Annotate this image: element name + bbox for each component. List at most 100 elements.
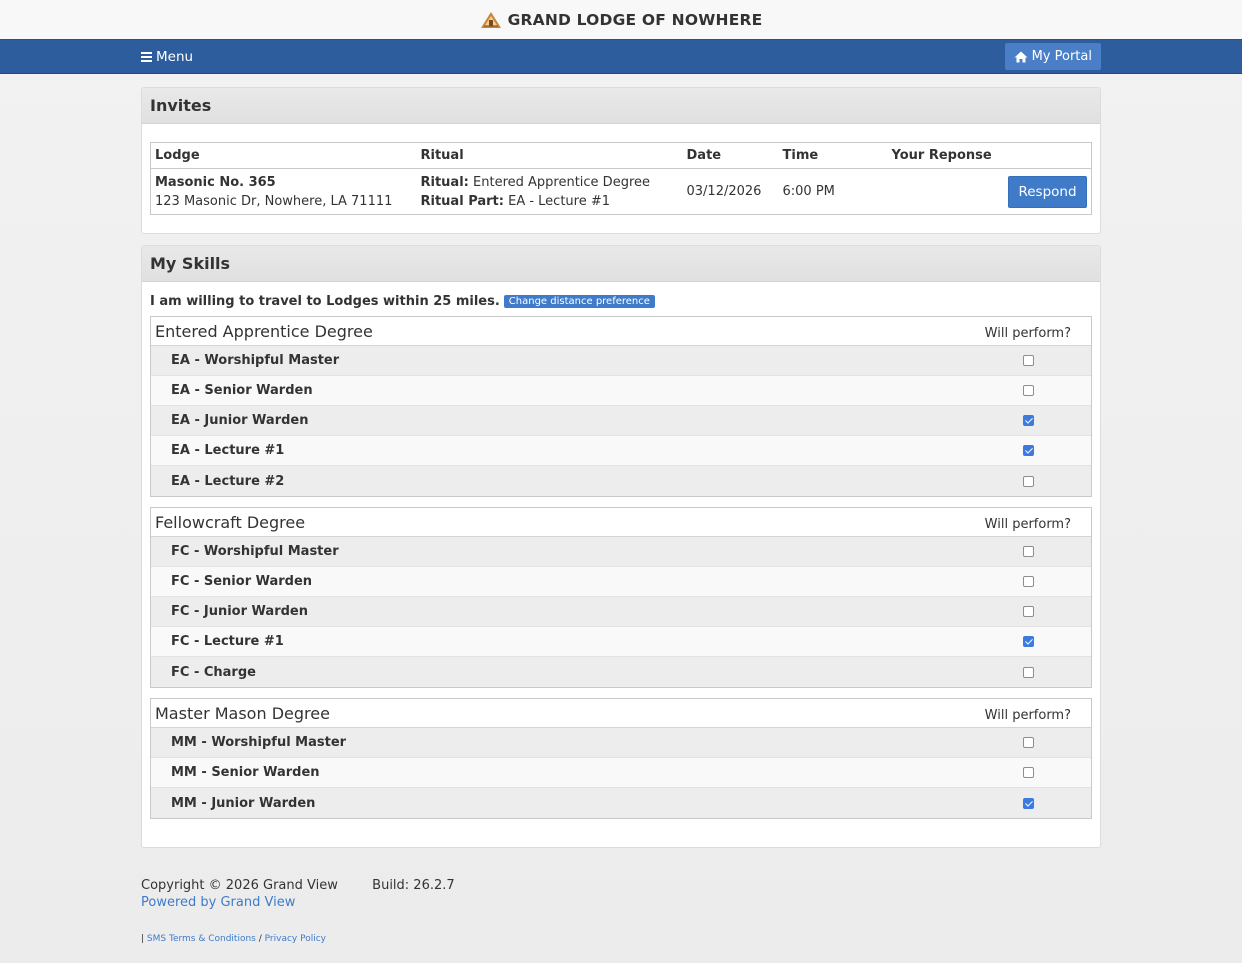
will-perform-checkbox[interactable] bbox=[1023, 576, 1034, 587]
skill-label: EA - Worshipful Master bbox=[171, 353, 340, 368]
lodge-name: Masonic No. 365 bbox=[155, 174, 276, 190]
skills-title: My Skills bbox=[142, 246, 1100, 282]
skill-label: FC - Charge bbox=[171, 664, 256, 680]
skill-label: FC - Senior Warden bbox=[171, 574, 313, 589]
hamburger-icon bbox=[141, 51, 152, 62]
skill-label: EA - Senior Warden bbox=[171, 383, 313, 398]
invites-panel: Invites Lodge Ritual Date Time Your Repo… bbox=[141, 87, 1101, 234]
skill-row: EA - Senior Warden bbox=[151, 376, 1091, 406]
skill-row: FC - Junior Warden bbox=[151, 597, 1091, 627]
skill-label: FC - Worshipful Master bbox=[171, 544, 339, 559]
will-perform-label: Will perform? bbox=[984, 707, 1071, 723]
column-header-ritual: Ritual bbox=[416, 142, 683, 169]
degree-section: Master Mason Degree Will perform? MM - Wor… bbox=[150, 698, 1092, 819]
ritual-part-label: Ritual Part: bbox=[420, 193, 504, 209]
skill-label: MM - Senior Warden bbox=[171, 765, 320, 780]
table-row: Masonic No. 365 123 Masonic Dr, Nowhere,… bbox=[151, 169, 1092, 215]
skill-row: EA - Lecture #2 bbox=[151, 466, 1091, 496]
will-perform-checkbox[interactable] bbox=[1023, 797, 1034, 809]
my-portal-label: My Portal bbox=[1031, 49, 1092, 64]
degree-header: Fellowcraft Degree Will perform? bbox=[151, 508, 1091, 537]
column-header-date: Date bbox=[682, 142, 779, 169]
column-header-response: Your Reponse bbox=[887, 142, 1092, 169]
skill-label: MM - Junior Warden bbox=[171, 795, 316, 811]
skill-label: FC - Lecture #1 bbox=[171, 634, 284, 649]
will-perform-checkbox[interactable] bbox=[1023, 355, 1034, 366]
response-cell: Respond bbox=[888, 169, 1092, 215]
skill-label: MM - Worshipful Master bbox=[171, 735, 347, 750]
main-content: Invites Lodge Ritual Date Time Your Repo… bbox=[141, 87, 1101, 848]
footer: Copyright © 2026 Grand View Build: 26.2.… bbox=[141, 878, 1101, 944]
skill-row: FC - Lecture #1 bbox=[151, 627, 1091, 657]
skill-row: EA - Worshipful Master bbox=[151, 346, 1091, 376]
skill-label: EA - Junior Warden bbox=[171, 413, 309, 428]
will-perform-checkbox[interactable] bbox=[1023, 636, 1034, 647]
degrees-list: Entered Apprentice Degree Will perform? EA… bbox=[150, 316, 1092, 819]
skill-row: MM - Worshipful Master bbox=[151, 728, 1091, 758]
navbar: Menu My Portal bbox=[0, 39, 1242, 74]
will-perform-label: Will perform? bbox=[984, 516, 1071, 532]
lodge-logo-icon bbox=[480, 11, 501, 28]
legal-links: | SMS Terms & Conditions / Privacy Polic… bbox=[141, 934, 1101, 944]
brand[interactable]: GRAND LODGE OF NOWHERE bbox=[480, 11, 763, 29]
skill-label: FC - Junior Warden bbox=[171, 604, 308, 619]
will-perform-checkbox[interactable] bbox=[1023, 445, 1034, 456]
skill-row: FC - Worshipful Master bbox=[151, 537, 1091, 567]
travel-text: I am willing to travel to Lodges within … bbox=[150, 294, 500, 309]
time-cell: 6:00 PM bbox=[782, 184, 835, 199]
menu-button[interactable]: Menu bbox=[141, 49, 193, 65]
will-perform-checkbox[interactable] bbox=[1023, 606, 1034, 617]
privacy-policy-link[interactable]: Privacy Policy bbox=[265, 934, 326, 944]
will-perform-checkbox[interactable] bbox=[1023, 546, 1034, 557]
degree-section: Fellowcraft Degree Will perform? FC - Wors… bbox=[150, 507, 1092, 688]
will-perform-checkbox[interactable] bbox=[1023, 666, 1034, 678]
will-perform-label: Will perform? bbox=[984, 325, 1071, 341]
copyright-text: Copyright © 2026 Grand View bbox=[141, 878, 338, 893]
degree-section: Entered Apprentice Degree Will perform? EA… bbox=[150, 316, 1092, 497]
ritual-label: Ritual: bbox=[420, 174, 469, 190]
lodge-address: 123 Masonic Dr, Nowhere, LA 71111 bbox=[155, 193, 393, 209]
skill-row: EA - Lecture #1 bbox=[151, 436, 1091, 466]
degree-header: Master Mason Degree Will perform? bbox=[151, 699, 1091, 728]
respond-button[interactable]: Respond bbox=[1008, 175, 1087, 208]
top-header: GRAND LODGE OF NOWHERE bbox=[0, 0, 1242, 39]
skills-panel: My Skills I am willing to travel to Lodg… bbox=[141, 245, 1101, 848]
ritual-cell: Ritual: Entered Apprentice Degree Ritual… bbox=[417, 169, 683, 215]
skill-label: EA - Lecture #2 bbox=[171, 473, 285, 489]
skill-row: FC - Senior Warden bbox=[151, 567, 1091, 597]
invites-table: Lodge Ritual Date Time Your Reponse Maso… bbox=[150, 142, 1092, 215]
lodge-cell: Masonic No. 365 123 Masonic Dr, Nowhere,… bbox=[151, 169, 417, 215]
date-cell: 03/12/2026 bbox=[686, 184, 762, 199]
legal-separator: | bbox=[141, 934, 145, 944]
will-perform-checkbox[interactable] bbox=[1023, 737, 1034, 748]
will-perform-checkbox[interactable] bbox=[1023, 385, 1034, 396]
invites-title: Invites bbox=[142, 88, 1100, 124]
degree-title: Fellowcraft Degree bbox=[155, 512, 306, 532]
change-distance-button[interactable]: Change distance preference bbox=[503, 295, 655, 308]
brand-name: GRAND LODGE OF NOWHERE bbox=[507, 10, 763, 29]
degree-header: Entered Apprentice Degree Will perform? bbox=[151, 317, 1091, 346]
ritual-part-value: EA - Lecture #1 bbox=[508, 193, 611, 209]
menu-label: Menu bbox=[156, 48, 194, 65]
will-perform-checkbox[interactable] bbox=[1023, 475, 1034, 487]
skill-row: MM - Junior Warden bbox=[151, 788, 1091, 818]
home-icon bbox=[1014, 51, 1028, 62]
will-perform-checkbox[interactable] bbox=[1023, 767, 1034, 778]
column-header-time: Time bbox=[778, 142, 888, 169]
invites-header-row: Lodge Ritual Date Time Your Reponse bbox=[150, 142, 1092, 169]
my-portal-button[interactable]: My Portal bbox=[1004, 43, 1101, 70]
degree-title: Entered Apprentice Degree bbox=[155, 321, 373, 341]
column-header-lodge: Lodge bbox=[150, 142, 417, 169]
skill-label: EA - Lecture #1 bbox=[171, 443, 285, 458]
will-perform-checkbox[interactable] bbox=[1023, 415, 1034, 426]
degree-title: Master Mason Degree bbox=[155, 703, 330, 723]
skill-row: FC - Charge bbox=[151, 657, 1091, 687]
travel-preference: I am willing to travel to Lodges within … bbox=[150, 294, 1092, 309]
skill-row: EA - Junior Warden bbox=[151, 406, 1091, 436]
sms-terms-link[interactable]: SMS Terms & Conditions bbox=[147, 934, 256, 944]
skill-row: MM - Senior Warden bbox=[151, 758, 1091, 788]
powered-by-link[interactable]: Powered by Grand View bbox=[141, 895, 295, 910]
build-text: Build: 26.2.7 bbox=[372, 878, 455, 893]
ritual-value: Entered Apprentice Degree bbox=[473, 174, 651, 190]
legal-slash: / bbox=[258, 934, 262, 944]
